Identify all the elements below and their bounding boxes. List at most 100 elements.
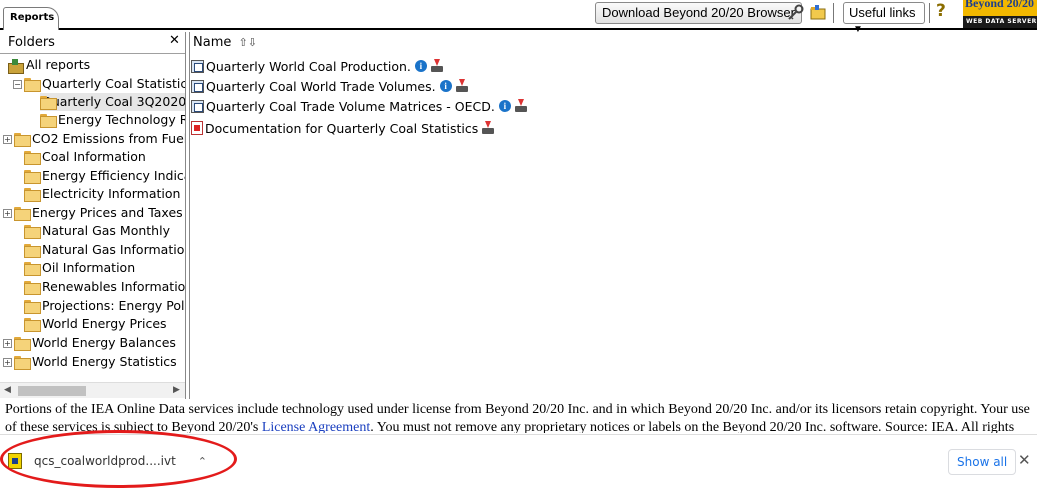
download-file-name: qcs_coalworldprod....ivt [34,454,176,468]
scrollbar-thumb[interactable] [18,386,86,396]
folder-icon [24,244,41,258]
report-item[interactable]: Quarterly Coal World Trade Volumes. i [191,76,469,96]
close-shelf-icon[interactable]: ✕ [1018,451,1031,469]
tree-item-label: Electricity Information [42,186,181,201]
folder-icon[interactable] [809,4,827,22]
folder-icon [14,356,31,370]
collapse-icon[interactable]: − [13,79,22,89]
expand-icon[interactable]: + [3,357,12,367]
expand-icon[interactable]: + [3,134,12,144]
close-folders-icon[interactable]: ✕ [169,33,180,48]
table-report-icon [191,99,204,113]
tree-item-world-energy-statistics[interactable]: + World Energy Statistics [3,353,177,371]
report-link[interactable]: Quarterly World Coal Production. [206,59,411,74]
tree-item-label: World Energy Balances [32,335,176,350]
info-icon[interactable]: i [439,80,452,92]
toolbar-separator [833,3,834,23]
tree-item-label: Quarterly Coal 3Q2020 [42,94,185,109]
tree-item-coal-information[interactable]: Coal Information [24,148,146,166]
show-all-button[interactable]: Show all [948,449,1017,475]
sort-arrows-icon[interactable]: ⇧⇩ [239,36,257,49]
report-link[interactable]: Quarterly Coal Trade Volume Matrices - O… [206,99,495,114]
folder-icon [14,133,31,147]
tree-item-energy-prices-taxes[interactable]: + Energy Prices and Taxes for OECD [3,204,185,222]
tree-item-label: Energy Prices and Taxes for OECD [32,205,185,220]
info-icon[interactable]: i [414,60,427,72]
folder-icon [40,114,57,128]
name-column-header[interactable]: Name ⇧⇩ [190,32,1037,54]
tree-item-label: World Energy Statistics [32,354,177,369]
report-item[interactable]: Quarterly World Coal Production. i [191,56,444,76]
tree-item-energy-technology-rdd[interactable]: Energy Technology RD&D [40,111,185,129]
ivt-file-icon [8,453,22,469]
logo-subtitle: WEB DATA SERVER [963,16,1037,28]
report-item[interactable]: Documentation for Quarterly Coal Statist… [191,118,495,138]
pane-splitter[interactable] [185,32,190,399]
download-icon[interactable] [455,79,469,93]
top-toolbar: Reports Download Beyond 20/20 Browser Us… [0,0,1037,35]
logo-title: Beyond 20/20 [965,0,1035,10]
folder-icon [24,170,41,184]
report-link[interactable]: Documentation for Quarterly Coal Statist… [205,121,478,136]
tree-item-natural-gas-information[interactable]: Natural Gas Information [24,241,185,259]
folder-icon [24,225,41,239]
tree-item-label: Renewables Information [42,279,185,294]
tree-item-label: Projections: Energy Policies of IEA [42,298,185,313]
report-link[interactable]: Quarterly Coal World Trade Volumes. [206,79,436,94]
expand-icon[interactable]: + [3,338,12,348]
tree-item-natural-gas-monthly[interactable]: Natural Gas Monthly [24,222,170,240]
table-report-icon [191,59,204,73]
folder-icon [24,262,41,276]
tree-item-quarterly-coal-3q2020[interactable]: Quarterly Coal 3Q2020 [40,93,185,111]
beyond2020-logo: Beyond 20/20 WEB DATA SERVER [963,0,1037,28]
tree-item-quarterly-coal-statistics[interactable]: − Quarterly Coal Statistics [13,75,185,93]
folder-icon [24,78,41,92]
tree-item-co2-emissions[interactable]: + CO2 Emissions from Fuel Combustion [3,130,185,148]
key-icon[interactable] [787,4,805,22]
download-icon[interactable] [514,99,528,113]
toolbar-separator [929,3,930,23]
folder-tree: All reports − Quarterly Coal Statistics … [0,56,185,382]
tree-item-energy-efficiency[interactable]: Energy Efficiency Indicators [24,167,185,185]
tree-item-label: Oil Information [42,260,136,275]
tree-item-label: Natural Gas Monthly [42,223,170,238]
table-report-icon [191,79,204,93]
download-browser-button[interactable]: Download Beyond 20/20 Browser [595,2,802,24]
license-agreement-link[interactable]: License Agreement [262,420,370,433]
download-icon[interactable] [430,59,444,73]
help-icon[interactable]: ? [936,1,946,21]
tree-item-world-energy-prices[interactable]: World Energy Prices [24,315,167,333]
tree-item-world-energy-balances[interactable]: + World Energy Balances [3,334,176,352]
tree-item-label: All reports [26,57,91,72]
scroll-right-icon[interactable]: ▶ [173,385,180,395]
license-text-2: . You must not remove any proprietary no… [370,420,1015,433]
info-icon[interactable]: i [498,100,511,112]
tree-item-label: Energy Efficiency Indicators [42,168,185,183]
tree-item-label: Energy Technology RD&D [58,112,185,127]
scroll-left-icon[interactable]: ◀ [4,385,11,395]
download-icon[interactable] [481,121,495,135]
download-item[interactable]: qcs_coalworldprod....ivt ⌃ [8,448,207,474]
folder-icon [24,300,41,314]
tree-item-label: Coal Information [42,149,146,164]
folder-icon [14,337,31,351]
folder-icon [24,281,41,295]
tab-reports[interactable]: Reports [3,7,59,30]
tree-item-renewables-information[interactable]: Renewables Information [24,278,185,296]
tree-item-oil-information[interactable]: Oil Information [24,259,135,277]
tree-item-electricity-information[interactable]: Electricity Information [24,185,180,203]
chevron-up-icon[interactable]: ⌃ [198,455,207,468]
horizontal-scrollbar[interactable]: ◀ ▶ [0,382,185,398]
tree-item-all-reports[interactable]: All reports [8,56,90,74]
folders-header: Folders [0,32,185,54]
home-folder-icon [8,58,24,74]
folder-icon [24,188,41,202]
license-notice: Portions of the IEA Online Data services… [5,401,1035,433]
tree-item-label: World Energy Prices [42,316,167,331]
report-item[interactable]: Quarterly Coal Trade Volume Matrices - O… [191,96,528,116]
download-shelf: qcs_coalworldprod....ivt ⌃ Show all ✕ [0,434,1037,484]
expand-icon[interactable]: + [3,208,12,218]
tree-item-projections[interactable]: Projections: Energy Policies of IEA [24,297,185,315]
tree-item-label: Quarterly Coal Statistics [42,76,185,91]
useful-links-select[interactable]: Useful links ▼ [843,2,925,35]
